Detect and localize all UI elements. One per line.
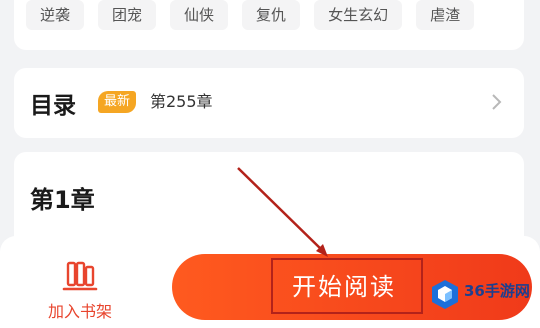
- annotation-highlight-box: [271, 258, 423, 314]
- tag-item[interactable]: 女生玄幻: [314, 0, 403, 30]
- tag-item[interactable]: 仙侠: [170, 0, 229, 30]
- cube-icon: [432, 280, 458, 309]
- table-of-contents-row[interactable]: 目录 最新 第255章: [14, 68, 524, 138]
- tag-item[interactable]: 复仇: [242, 0, 301, 30]
- tag-row: 逆袭 团宠 仙侠 复仇 女生玄幻 虐渣: [26, 0, 475, 30]
- watermark-text: 36手游网: [464, 282, 530, 300]
- latest-chapter-label: 第255章: [150, 92, 213, 111]
- chapter-title: 第1章: [30, 186, 95, 214]
- add-to-shelf-button[interactable]: 加入书架: [30, 256, 130, 321]
- tag-item[interactable]: 虐渣: [416, 0, 475, 30]
- tags-card: 逆袭 团宠 仙侠 复仇 女生玄幻 虐渣: [14, 0, 524, 50]
- watermark-logo: 36手游网: [430, 276, 534, 312]
- bookshelf-icon: [62, 261, 98, 291]
- chevron-right-icon: [492, 94, 502, 110]
- latest-badge: 最新: [98, 91, 137, 113]
- tag-item[interactable]: 逆袭: [26, 0, 85, 30]
- tag-item[interactable]: 团宠: [98, 0, 157, 30]
- add-to-shelf-label: 加入书架: [47, 302, 112, 321]
- toc-title: 目录: [30, 93, 76, 119]
